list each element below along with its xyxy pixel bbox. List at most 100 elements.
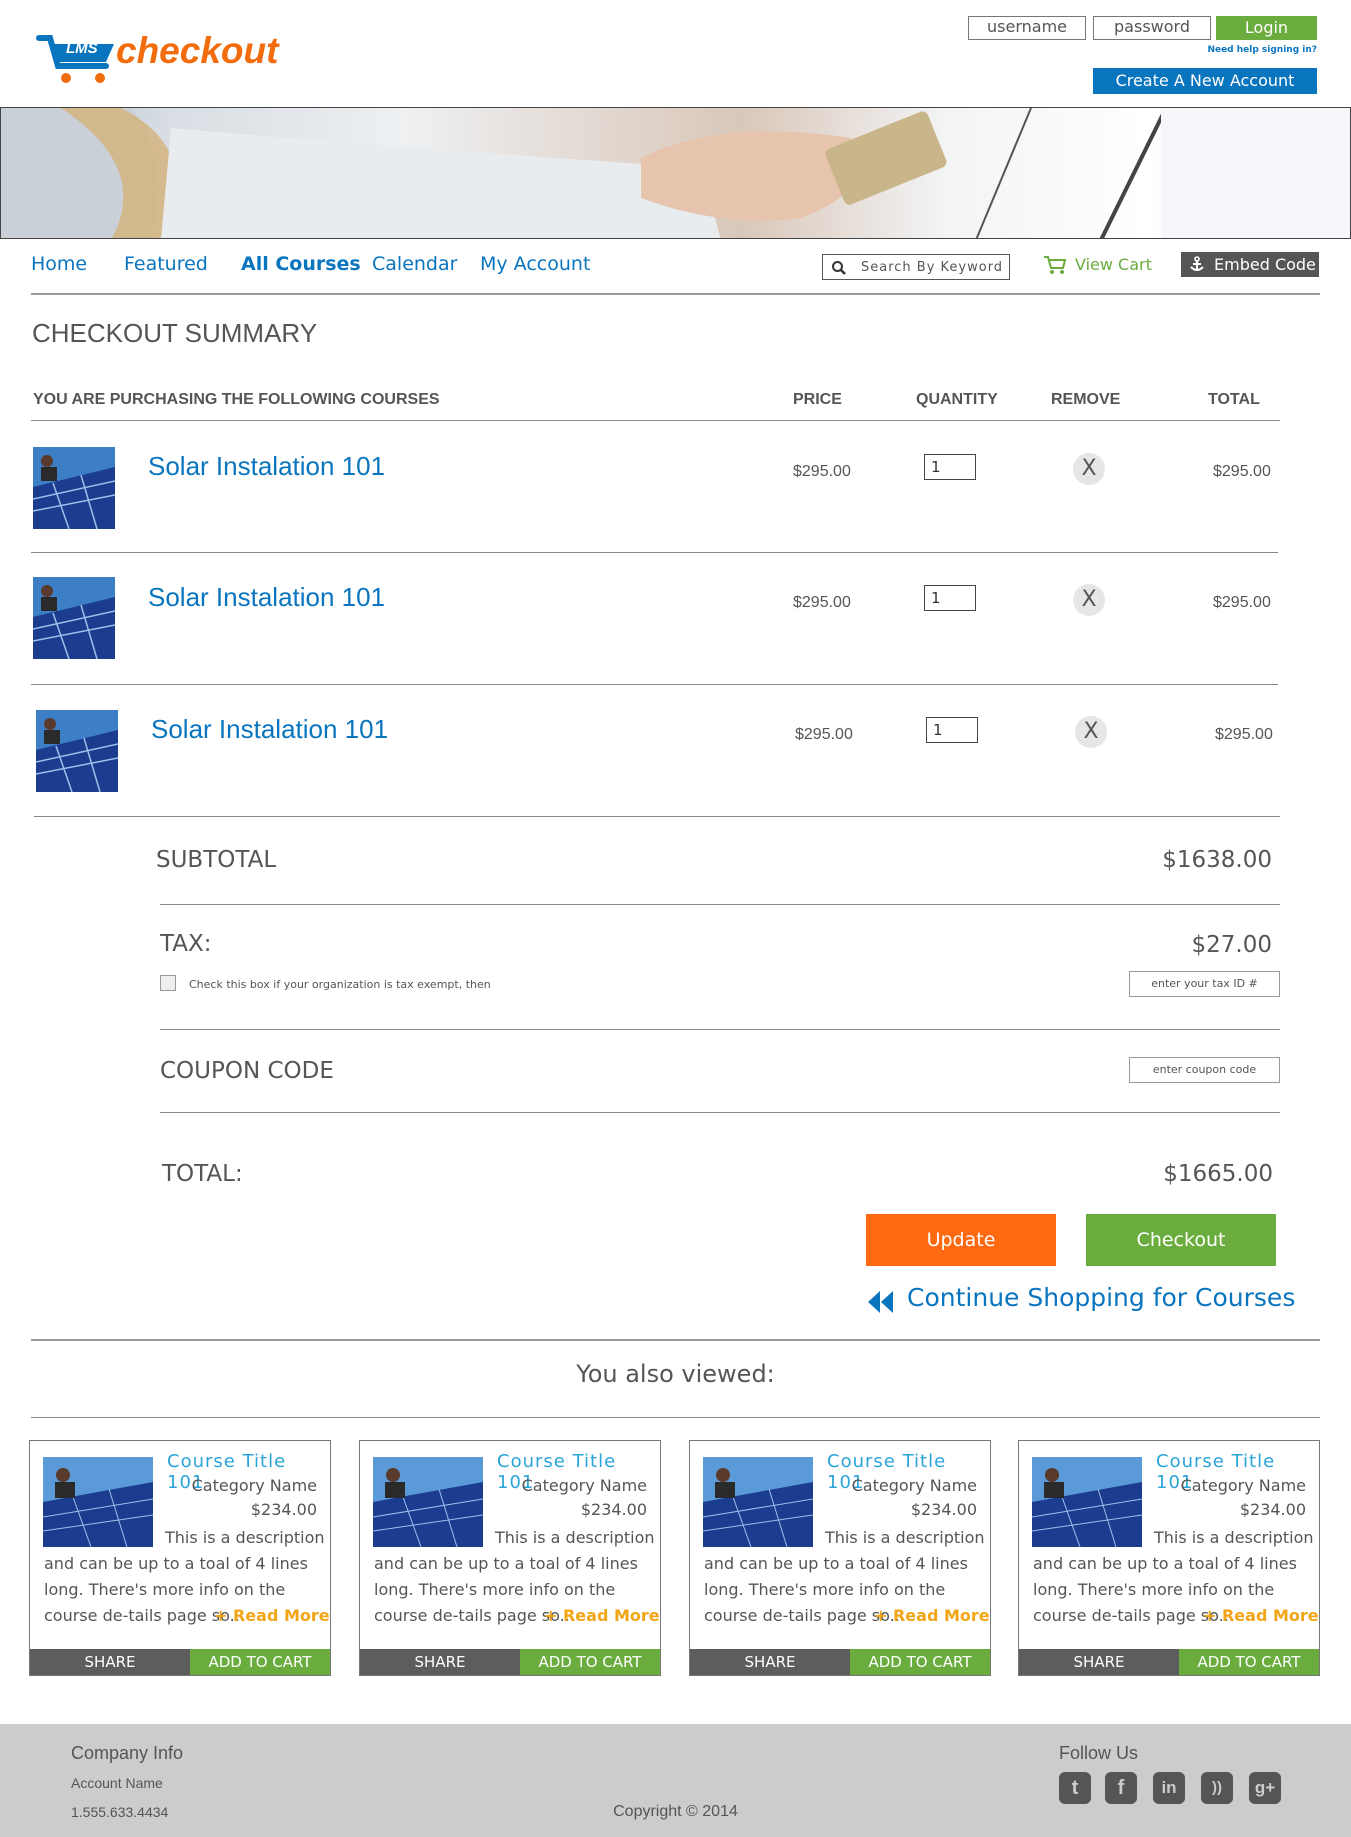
item-price: $295.00: [795, 726, 853, 743]
checkout-button[interactable]: Checkout: [1086, 1214, 1276, 1266]
card-category: Category Name: [1180, 1476, 1306, 1495]
item-price: $295.00: [793, 463, 851, 480]
tax-label: TAX:: [160, 931, 212, 957]
tax-value: $27.00: [1191, 932, 1272, 958]
cart-row: Solar Instalation 101 $295.00 1 X $295.0…: [31, 553, 1280, 684]
help-signing-in-link[interactable]: Need help signing in?: [1140, 45, 1317, 55]
account-name: Account Name: [71, 1775, 163, 1791]
site-logo[interactable]: LMS checkout: [36, 26, 296, 88]
search-box[interactable]: Search By Keyword: [822, 254, 1010, 280]
share-button[interactable]: SHARE: [1019, 1649, 1179, 1675]
col-courses: YOU ARE PURCHASING THE FOLLOWING COURSES: [33, 391, 440, 408]
search-placeholder: Search By Keyword: [861, 260, 1004, 275]
tax-id-input[interactable]: enter your tax ID #: [1129, 971, 1280, 997]
login-button[interactable]: Login: [1216, 16, 1317, 40]
solar-panel-image: [373, 1457, 483, 1547]
site-footer: Company Info Account Name 1.555.633.4434…: [0, 1724, 1351, 1837]
card-category: Category Name: [851, 1476, 977, 1495]
solar-panel-image: [33, 447, 115, 529]
tax-exempt-text: Check this box if your organization is t…: [189, 978, 491, 991]
course-title-link[interactable]: Solar Instalation 101: [148, 582, 385, 613]
add-to-cart-button[interactable]: ADD TO CART: [1179, 1649, 1319, 1675]
solar-panel-image: [1032, 1457, 1142, 1547]
embed-code-label: Embed Code: [1214, 255, 1316, 274]
read-more-link[interactable]: + Read More: [874, 1603, 990, 1629]
password-field[interactable]: password: [1093, 16, 1211, 40]
course-card[interactable]: Course Title 101 Category Name $234.00 T…: [689, 1440, 991, 1676]
add-to-cart-button[interactable]: ADD TO CART: [190, 1649, 330, 1675]
subtotal-label: SUBTOTAL: [156, 847, 277, 873]
twitter-icon[interactable]: t: [1059, 1772, 1091, 1804]
read-more-link[interactable]: + Read More: [544, 1603, 660, 1629]
facebook-icon[interactable]: f: [1105, 1772, 1137, 1804]
item-total: $295.00: [1213, 594, 1271, 611]
tax-exempt-checkbox[interactable]: [160, 975, 176, 991]
credit-card-image: [1, 108, 1350, 238]
continue-shopping-link[interactable]: Continue Shopping for Courses: [866, 1283, 1295, 1317]
nav-featured[interactable]: Featured: [124, 253, 208, 275]
read-more-link[interactable]: + Read More: [1203, 1603, 1319, 1629]
remove-item-button[interactable]: X: [1075, 716, 1107, 748]
nav-home[interactable]: Home: [31, 253, 87, 275]
view-cart-link[interactable]: View Cart: [1043, 253, 1153, 279]
col-quantity: QUANTITY: [916, 391, 998, 408]
course-card[interactable]: Course Title 101 Category Name $234.00 T…: [359, 1440, 661, 1676]
card-desc-first: This is a description: [1154, 1528, 1314, 1547]
nav-all-courses[interactable]: All Courses: [241, 253, 361, 275]
course-thumbnail: [36, 710, 118, 792]
share-button[interactable]: SHARE: [360, 1649, 520, 1675]
course-card[interactable]: Course Title 101 Category Name $234.00 T…: [1018, 1440, 1320, 1676]
col-total: TOTAL: [1208, 391, 1260, 408]
card-price: $234.00: [1239, 1500, 1306, 1519]
course-title-link[interactable]: Solar Instalation 101: [148, 451, 385, 482]
username-field[interactable]: username: [968, 16, 1086, 40]
item-total: $295.00: [1213, 463, 1271, 480]
rss-icon[interactable]: )): [1201, 1772, 1233, 1804]
course-card[interactable]: Course Title 101 Category Name $234.00 T…: [29, 1440, 331, 1676]
cart-row: Solar Instalation 101 $295.00 1 X $295.0…: [31, 421, 1280, 552]
remove-item-button[interactable]: X: [1073, 584, 1105, 616]
linkedin-icon[interactable]: in: [1153, 1772, 1185, 1804]
view-cart-label: View Cart: [1075, 255, 1152, 274]
share-button[interactable]: SHARE: [690, 1649, 850, 1675]
tax-divider: [160, 1029, 1280, 1030]
items-bottom-divider: [34, 816, 1280, 817]
course-thumbnail: [33, 447, 115, 529]
company-info-heading: Company Info: [71, 1743, 184, 1763]
solar-panel-image: [36, 710, 118, 792]
update-button[interactable]: Update: [866, 1214, 1056, 1266]
solar-panel-image: [703, 1457, 813, 1547]
read-more-link[interactable]: + Read More: [214, 1603, 330, 1629]
col-price: PRICE: [793, 391, 842, 408]
main-nav: Home Featured All Courses Calendar My Ac…: [31, 253, 631, 283]
cart-icon: [1044, 256, 1067, 274]
nav-divider: [31, 293, 1320, 295]
remove-item-button[interactable]: X: [1073, 453, 1105, 485]
subtotal-divider: [160, 904, 1280, 905]
solar-panel-image: [43, 1457, 153, 1547]
quantity-input[interactable]: 1: [926, 717, 978, 743]
create-account-button[interactable]: Create A New Account: [1093, 68, 1317, 94]
share-button[interactable]: SHARE: [30, 1649, 190, 1675]
follow-us-heading: Follow Us: [1059, 1743, 1139, 1763]
coupon-divider: [160, 1112, 1280, 1113]
continue-shopping-label: Continue Shopping for Courses: [907, 1283, 1296, 1312]
nav-my-account[interactable]: My Account: [480, 253, 590, 275]
google-plus-icon[interactable]: g+: [1249, 1772, 1281, 1804]
total-label: TOTAL:: [162, 1161, 243, 1187]
page-title: CHECKOUT SUMMARY: [32, 318, 318, 348]
quantity-input[interactable]: 1: [924, 585, 976, 611]
embed-code-button[interactable]: Embed Code: [1181, 252, 1319, 277]
solar-panel-image: [33, 577, 115, 659]
nav-calendar[interactable]: Calendar: [372, 253, 457, 275]
item-price: $295.00: [793, 594, 851, 611]
cart-row: Solar Instalation 101 $295.00 1 X $295.0…: [31, 685, 1280, 816]
course-thumbnail: [33, 577, 115, 659]
card-desc-first: This is a description: [165, 1528, 325, 1547]
card-category: Category Name: [191, 1476, 317, 1495]
add-to-cart-button[interactable]: ADD TO CART: [520, 1649, 660, 1675]
quantity-input[interactable]: 1: [924, 454, 976, 480]
course-title-link[interactable]: Solar Instalation 101: [151, 714, 388, 745]
coupon-input[interactable]: enter coupon code: [1129, 1057, 1280, 1083]
add-to-cart-button[interactable]: ADD TO CART: [850, 1649, 990, 1675]
